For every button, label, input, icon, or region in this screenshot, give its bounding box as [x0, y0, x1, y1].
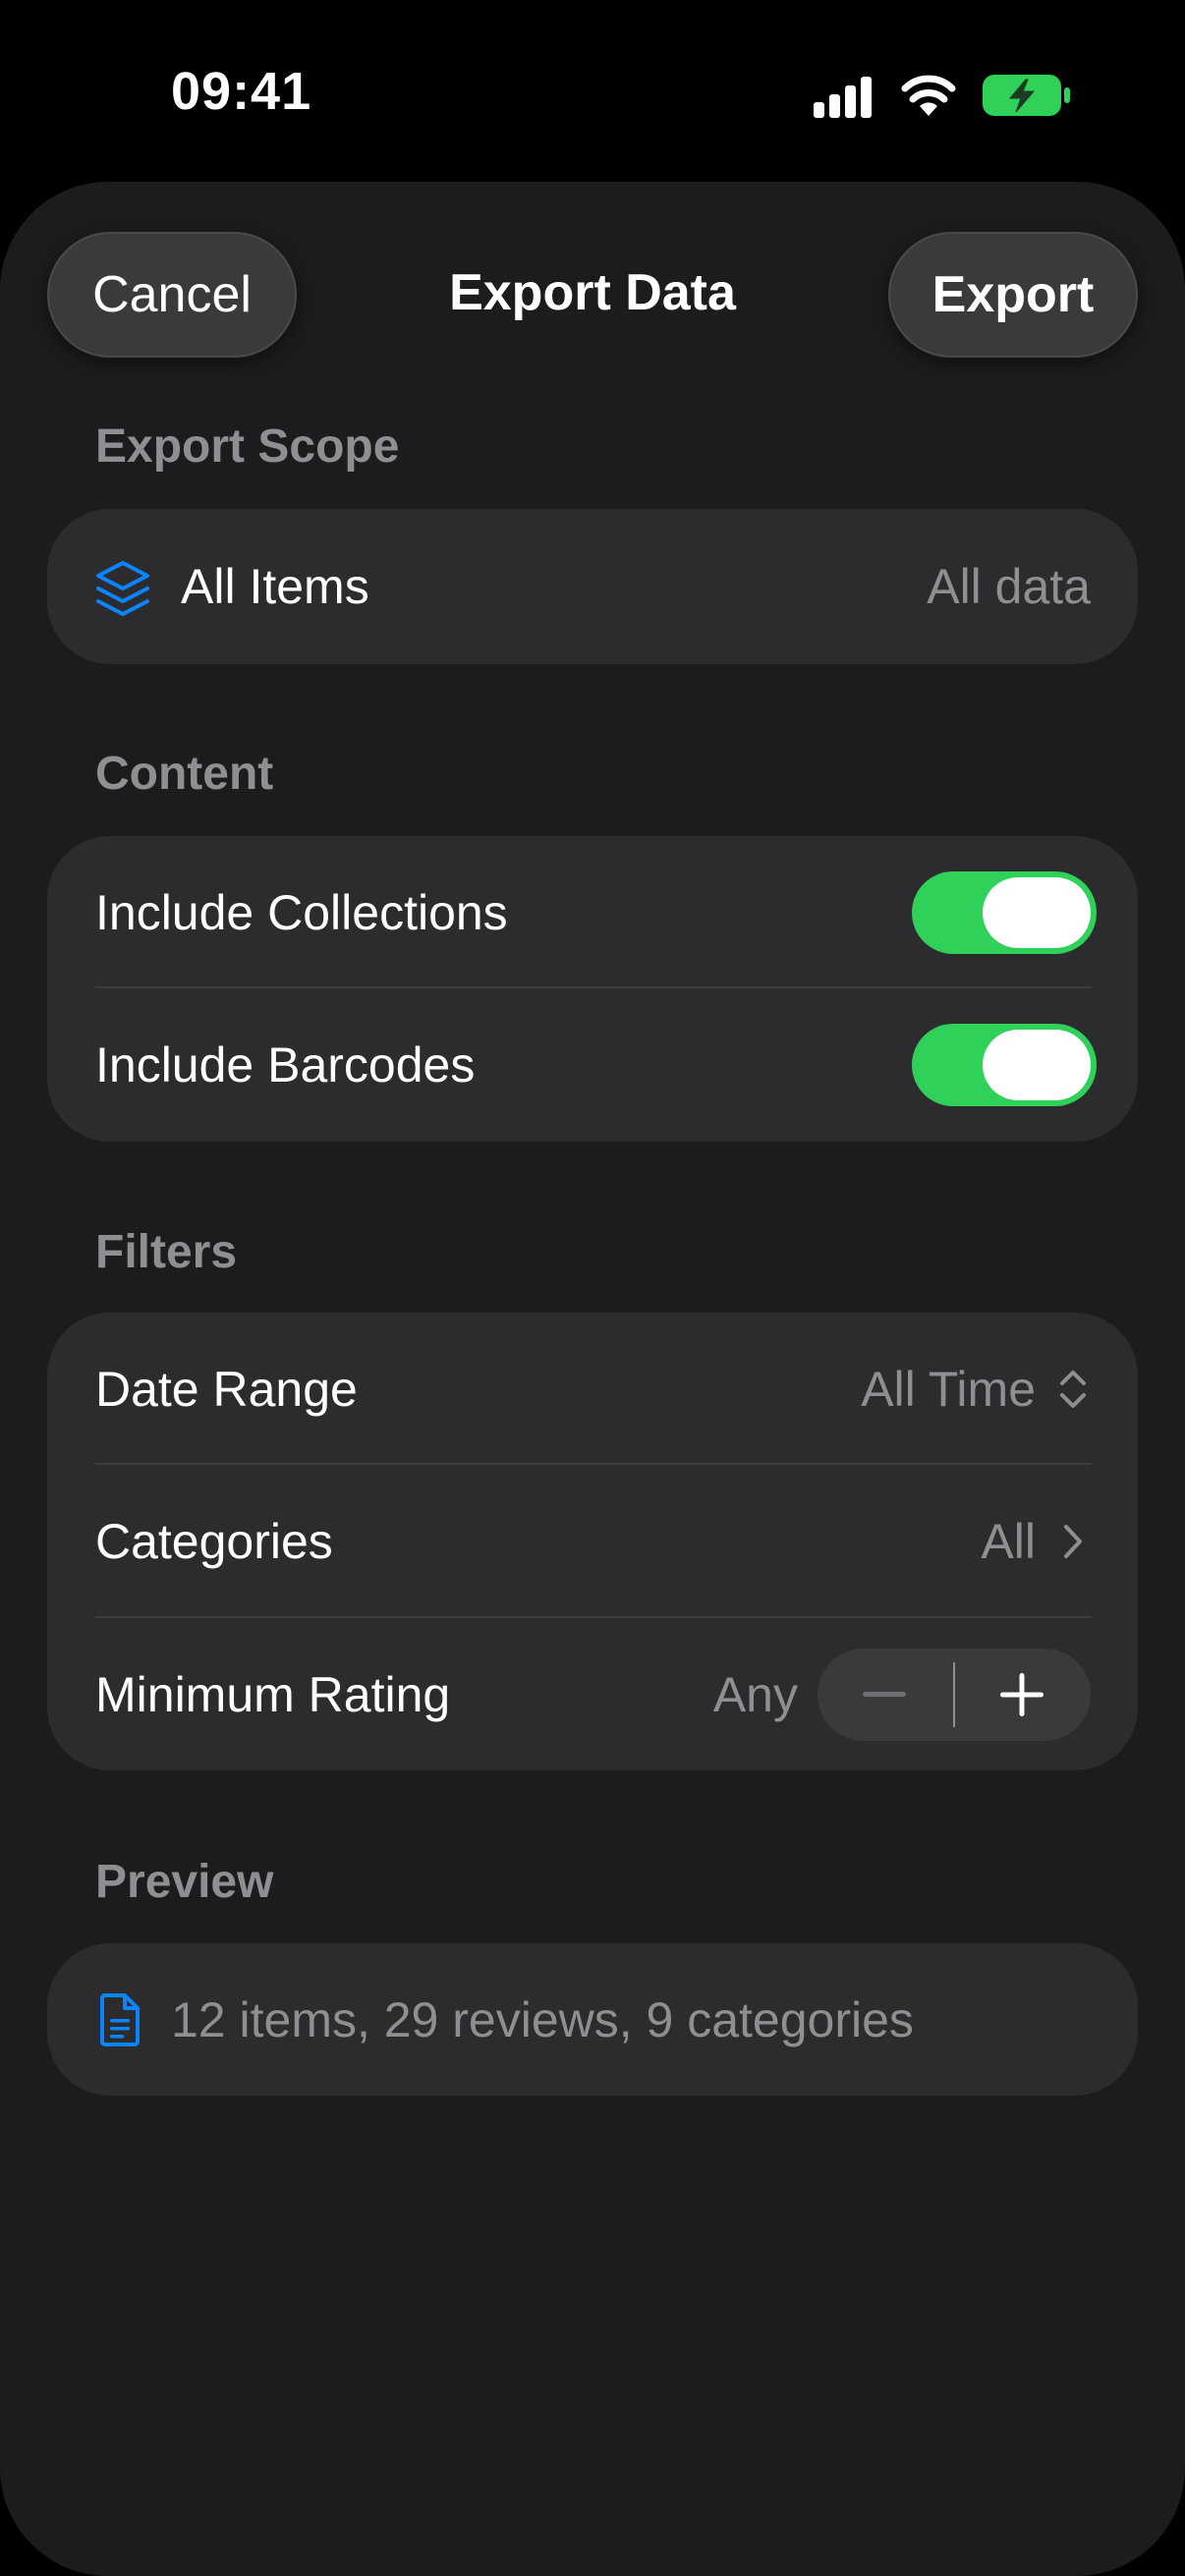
content-header: Content [95, 748, 274, 800]
plus-icon [1000, 1672, 1044, 1716]
decrement-button[interactable] [818, 1649, 954, 1741]
all-items-label: All Items [181, 559, 369, 614]
include-barcodes-toggle[interactable] [912, 1024, 1097, 1106]
status-bar: 09:41 [0, 0, 1185, 182]
include-collections-label: Include Collections [95, 884, 508, 940]
toggle-knob [983, 876, 1091, 948]
minus-icon [863, 1691, 906, 1697]
export-scope-card: All Items All data [47, 509, 1138, 664]
chevron-right-icon [1064, 1525, 1082, 1558]
status-time: 09:41 [171, 62, 312, 121]
increment-button[interactable] [954, 1649, 1091, 1741]
include-barcodes-label: Include Barcodes [95, 1037, 476, 1092]
preview-header: Preview [95, 1856, 274, 1908]
preview-summary: 12 items, 29 reviews, 9 categories [171, 1991, 914, 2047]
toggle-knob [983, 1030, 1091, 1100]
export-button[interactable]: Export [888, 232, 1138, 358]
minimum-rating-value: Any [712, 1666, 798, 1722]
cellular-signal-icon [814, 77, 872, 118]
minimum-rating-stepper [818, 1648, 1091, 1741]
document-icon [100, 1993, 140, 2046]
wifi-icon [901, 75, 956, 116]
date-range-label: Date Range [95, 1361, 358, 1417]
include-collections-row: Include Collections [47, 836, 1138, 988]
all-items-row[interactable]: All Items All data [47, 509, 1138, 664]
battery-charging-icon [983, 75, 1070, 116]
include-barcodes-row: Include Barcodes [47, 988, 1138, 1142]
date-range-value: All Time [861, 1361, 1036, 1417]
content-card: Include Collections Include Barcodes [47, 836, 1138, 1142]
preview-card: 12 items, 29 reviews, 9 categories [47, 1943, 1138, 2096]
filters-header: Filters [95, 1226, 238, 1278]
categories-value: All [981, 1514, 1036, 1569]
date-range-row[interactable]: Date Range All Time [47, 1313, 1138, 1465]
categories-label: Categories [95, 1514, 333, 1569]
minimum-rating-row: Minimum Rating Any [47, 1618, 1138, 1770]
filters-card: Date Range All Time Categories All Minim… [47, 1313, 1138, 1770]
minimum-rating-label: Minimum Rating [95, 1666, 451, 1722]
stack-icon [96, 561, 149, 616]
chevron-up-down-icon [1060, 1371, 1086, 1408]
all-items-value: All data [927, 559, 1091, 614]
categories-row[interactable]: Categories All [47, 1465, 1138, 1618]
include-collections-toggle[interactable] [912, 870, 1097, 954]
export-scope-header: Export Scope [95, 420, 400, 473]
